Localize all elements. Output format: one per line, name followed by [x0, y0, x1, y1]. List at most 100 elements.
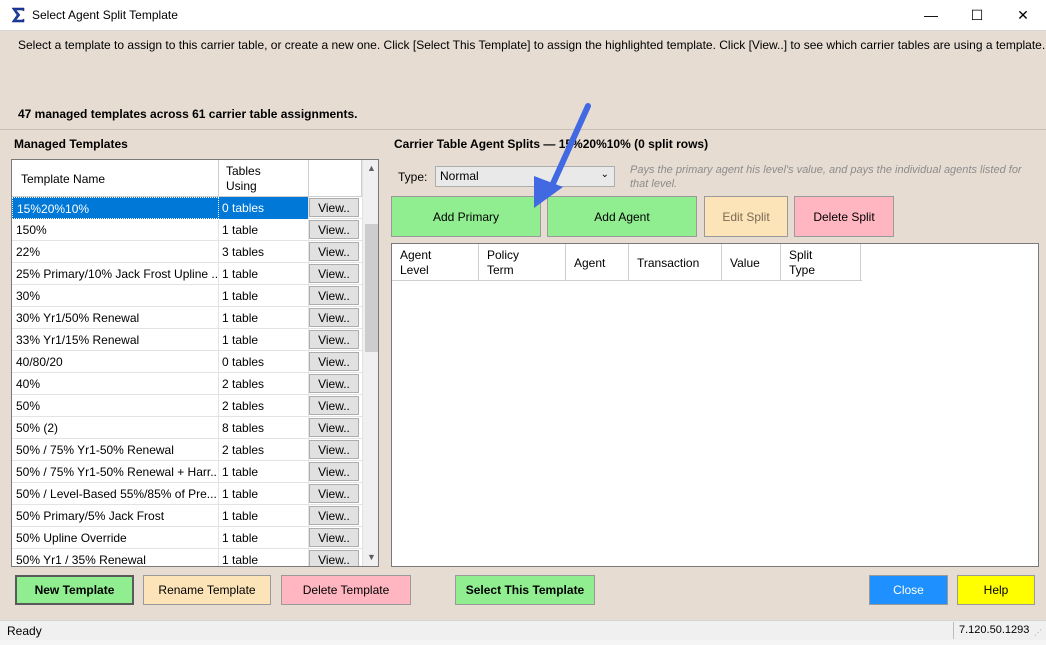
view-button[interactable]: View..: [309, 308, 359, 327]
template-name-cell[interactable]: 150%: [12, 219, 219, 241]
view-button[interactable]: View..: [309, 352, 359, 371]
scrollbar-thumb[interactable]: [365, 224, 378, 352]
template-name-cell[interactable]: 33% Yr1/15% Renewal: [12, 329, 219, 351]
add-agent-button[interactable]: Add Agent: [547, 196, 697, 237]
template-name-cell[interactable]: 50% Upline Override: [12, 527, 219, 549]
scroll-down-icon[interactable]: ▼: [363, 549, 378, 566]
table-row[interactable]: 25% Primary/10% Jack Frost Upline ... 1 t…: [12, 263, 362, 285]
column-header-tables-using[interactable]: Tables Using: [219, 160, 309, 197]
template-name-cell[interactable]: 25% Primary/10% Jack Frost Upline ...: [12, 263, 219, 285]
view-button[interactable]: View..: [309, 264, 359, 283]
template-name-cell[interactable]: 50%: [12, 395, 219, 417]
view-button[interactable]: View..: [309, 286, 359, 305]
tables-using-cell[interactable]: 1 table: [219, 219, 309, 241]
type-select[interactable]: Normal ⌄: [435, 166, 615, 187]
view-button[interactable]: View..: [309, 330, 359, 349]
view-button[interactable]: View..: [309, 550, 359, 566]
view-button[interactable]: View..: [309, 484, 359, 503]
version-label: 7.120.50.1293: [953, 622, 1033, 639]
split-column-header[interactable]: Agent Level: [392, 244, 479, 281]
tables-using-cell[interactable]: 0 tables: [219, 351, 309, 373]
view-button[interactable]: View..: [309, 440, 359, 459]
edit-split-button[interactable]: Edit Split: [704, 196, 788, 237]
template-name-cell[interactable]: 40/80/20: [12, 351, 219, 373]
view-button[interactable]: View..: [309, 396, 359, 415]
tables-using-cell[interactable]: 1 table: [219, 461, 309, 483]
select-this-template-button[interactable]: Select This Template: [455, 575, 595, 605]
templates-grid[interactable]: Template Name Tables Using 15%20%10% 0 ta…: [11, 159, 379, 567]
tables-using-cell[interactable]: 3 tables: [219, 241, 309, 263]
tables-using-cell[interactable]: 1 table: [219, 329, 309, 351]
template-name-cell[interactable]: 50% / 75% Yr1-50% Renewal + Harr...: [12, 461, 219, 483]
split-column-header[interactable]: Agent: [566, 244, 629, 281]
delete-template-button[interactable]: Delete Template: [281, 575, 411, 605]
table-row[interactable]: 40/80/20 0 tables View..: [12, 351, 362, 373]
template-name-cell[interactable]: 50% / Level-Based 55%/85% of Pre...: [12, 483, 219, 505]
view-button[interactable]: View..: [309, 374, 359, 393]
table-row[interactable]: 50% Primary/5% Jack Frost 1 table View..: [12, 505, 362, 527]
view-button[interactable]: View..: [309, 418, 359, 437]
table-row[interactable]: 15%20%10% 0 tables View..: [12, 197, 362, 219]
view-button[interactable]: View..: [309, 198, 359, 217]
table-row[interactable]: 50% 2 tables View..: [12, 395, 362, 417]
template-name-cell[interactable]: 50% / 75% Yr1-50% Renewal: [12, 439, 219, 461]
table-row[interactable]: 33% Yr1/15% Renewal 1 table View..: [12, 329, 362, 351]
table-row[interactable]: 50% (2) 8 tables View..: [12, 417, 362, 439]
table-row[interactable]: 50% Yr1 / 35% Renewal 1 table View..: [12, 549, 362, 566]
close-button[interactable]: Close: [869, 575, 948, 605]
table-row[interactable]: 50% / 75% Yr1-50% Renewal + Harr... 1 tab…: [12, 461, 362, 483]
table-row[interactable]: 50% / 75% Yr1-50% Renewal 2 tables View..: [12, 439, 362, 461]
tables-using-cell[interactable]: 1 table: [219, 483, 309, 505]
tables-using-cell[interactable]: 2 tables: [219, 373, 309, 395]
template-name-cell[interactable]: 50% (2): [12, 417, 219, 439]
tables-using-cell[interactable]: 2 tables: [219, 439, 309, 461]
tables-using-cell[interactable]: 1 table: [219, 527, 309, 549]
rename-template-button[interactable]: Rename Template: [143, 575, 271, 605]
template-name-cell[interactable]: 40%: [12, 373, 219, 395]
help-button[interactable]: Help: [957, 575, 1035, 605]
type-description: Pays the primary agent his level's value…: [630, 164, 1022, 190]
templates-scrollbar[interactable]: ▲ ▼: [362, 160, 378, 566]
split-column-header-line1: Policy: [487, 248, 520, 262]
table-row[interactable]: 22% 3 tables View..: [12, 241, 362, 263]
table-row[interactable]: 30% 1 table View..: [12, 285, 362, 307]
table-row[interactable]: 40% 2 tables View..: [12, 373, 362, 395]
template-name-cell[interactable]: 50% Yr1 / 35% Renewal: [12, 549, 219, 566]
table-row[interactable]: 150% 1 table View..: [12, 219, 362, 241]
new-template-button[interactable]: New Template: [15, 575, 134, 605]
column-header-template-name[interactable]: Template Name: [12, 160, 219, 197]
template-name-cell[interactable]: 30%: [12, 285, 219, 307]
template-name-cell[interactable]: 15%20%10%: [12, 197, 219, 219]
table-row[interactable]: 50% Upline Override 1 table View..: [12, 527, 362, 549]
split-column-header[interactable]: Policy Term: [479, 244, 566, 281]
close-window-button[interactable]: ✕: [1000, 0, 1046, 30]
view-button[interactable]: View..: [309, 506, 359, 525]
template-name-cell[interactable]: 22%: [12, 241, 219, 263]
template-name-cell[interactable]: 30% Yr1/50% Renewal: [12, 307, 219, 329]
maximize-button[interactable]: ☐: [954, 0, 1000, 30]
split-column-header[interactable]: Split Type: [781, 244, 861, 281]
template-name-cell[interactable]: 50% Primary/5% Jack Frost: [12, 505, 219, 527]
resize-grip-icon[interactable]: ⋰: [1034, 628, 1044, 638]
minimize-button[interactable]: —: [908, 0, 954, 30]
tables-using-cell[interactable]: 1 table: [219, 285, 309, 307]
view-button[interactable]: View..: [309, 528, 359, 547]
tables-using-cell[interactable]: 1 table: [219, 307, 309, 329]
split-column-header[interactable]: Transaction: [629, 244, 722, 281]
delete-split-button[interactable]: Delete Split: [794, 196, 894, 237]
view-button[interactable]: View..: [309, 462, 359, 481]
tables-using-cell[interactable]: 1 table: [219, 263, 309, 285]
view-button[interactable]: View..: [309, 242, 359, 261]
tables-using-cell[interactable]: 1 table: [219, 505, 309, 527]
scroll-up-icon[interactable]: ▲: [363, 160, 378, 177]
view-button[interactable]: View..: [309, 220, 359, 239]
add-primary-button[interactable]: Add Primary: [391, 196, 541, 237]
tables-using-cell[interactable]: 0 tables: [219, 197, 309, 219]
table-row[interactable]: 30% Yr1/50% Renewal 1 table View..: [12, 307, 362, 329]
tables-using-cell[interactable]: 1 table: [219, 549, 309, 566]
table-row[interactable]: 50% / Level-Based 55%/85% of Pre... 1 tab…: [12, 483, 362, 505]
agent-splits-grid[interactable]: Agent Level Policy Term Agent Transaction Valu…: [391, 243, 1039, 567]
tables-using-cell[interactable]: 8 tables: [219, 417, 309, 439]
split-column-header[interactable]: Value: [722, 244, 781, 281]
tables-using-cell[interactable]: 2 tables: [219, 395, 309, 417]
